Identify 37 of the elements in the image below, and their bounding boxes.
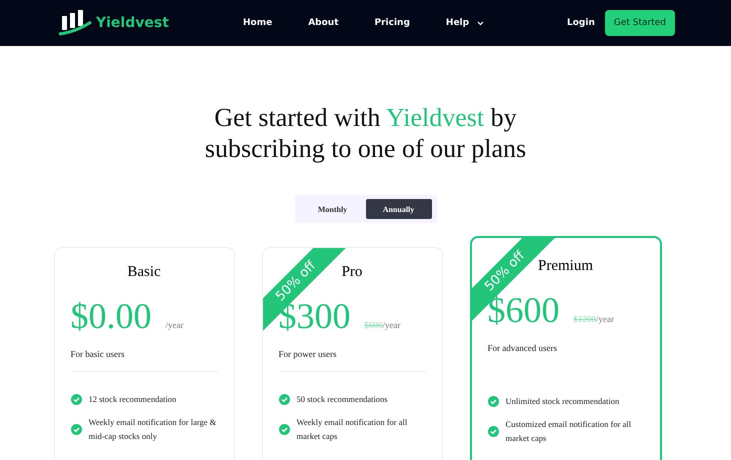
plan-audience: For advanced users	[488, 343, 558, 353]
nav-link[interactable]: Home	[243, 18, 272, 28]
check-circle-icon	[488, 396, 498, 406]
get-started-button[interactable]: Get Started	[604, 10, 675, 36]
plan-name: Basic	[127, 264, 161, 281]
brand-name[interactable]: Yieldvest	[96, 15, 169, 31]
nav-link[interactable]: About	[308, 18, 339, 28]
feature-text: 12 stock recommendation	[88, 393, 176, 406]
login-link[interactable]: Login	[567, 18, 595, 28]
plan-name: Premium	[538, 258, 593, 275]
plan-price: $0.00	[70, 295, 152, 337]
original-price: $1200	[574, 314, 596, 324]
nav-link[interactable]: Pricing	[374, 18, 410, 28]
plan-price: $600	[488, 290, 560, 331]
feature-text: Weekly email notification for all market caps	[296, 416, 408, 443]
feature-text: Customized email notification for all market caps	[506, 418, 632, 445]
plan-name: Pro	[342, 264, 362, 281]
check-circle-icon	[278, 424, 290, 434]
page-heading: Get started with Yieldvest by subscribing to one of our plans	[204, 102, 528, 164]
feature-text: Unlimited stock recommendation	[506, 395, 620, 408]
billing-period: /year	[166, 320, 184, 330]
bar-chart-logo-icon	[58, 10, 92, 36]
billing-option[interactable]: Monthly	[300, 199, 366, 219]
billing-period: /year	[596, 314, 614, 324]
check-circle-icon	[70, 394, 82, 404]
chevron-down-icon	[477, 20, 484, 26]
billing-period: /year	[382, 320, 400, 330]
billing-option[interactable]: Annually	[366, 199, 432, 219]
nav-link[interactable]: Help	[446, 18, 484, 28]
feature-text: Weekly email notification for large & mid-cap stocks only	[88, 416, 218, 443]
original-price: $600	[364, 320, 382, 330]
check-circle-icon	[278, 394, 290, 404]
check-circle-icon	[488, 426, 498, 436]
check-circle-icon	[70, 424, 82, 434]
feature-text: 50 stock recommendations	[296, 393, 388, 406]
plan-audience: For basic users	[70, 349, 126, 359]
plan-audience: For power users	[278, 349, 338, 359]
